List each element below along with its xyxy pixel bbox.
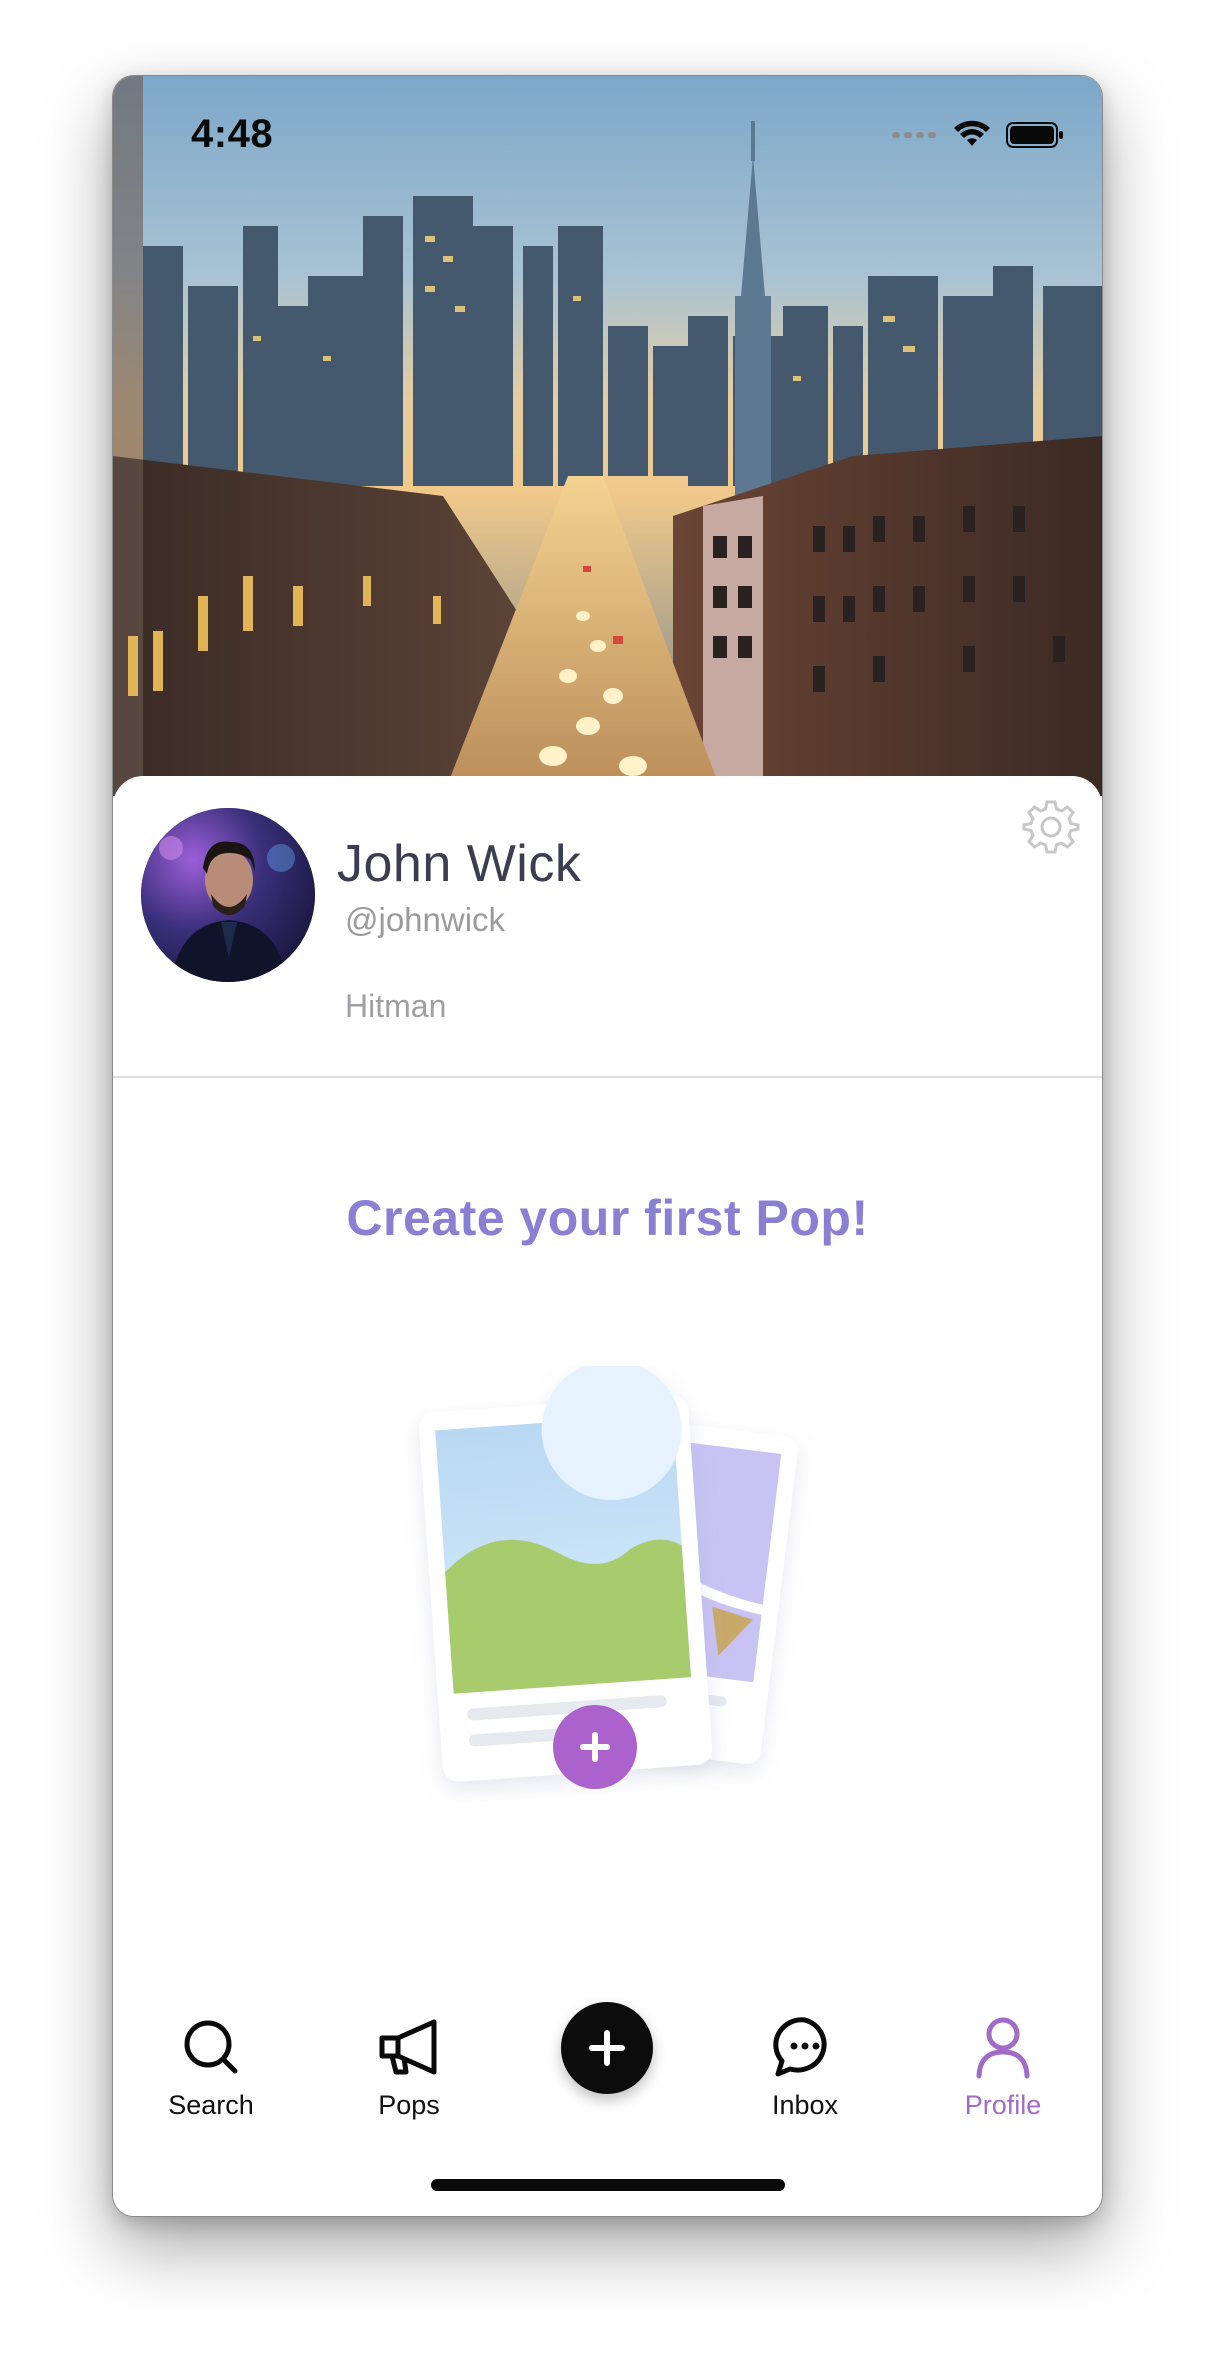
- avatar[interactable]: [141, 808, 315, 982]
- battery-icon: [1006, 122, 1063, 148]
- tab-pops[interactable]: Pops: [329, 2006, 489, 2136]
- signal-dots-icon: [892, 132, 936, 138]
- bottom-tab-bar: Search Pops Inbox Profile: [113, 2002, 1102, 2146]
- status-bar: 4:48: [113, 76, 1102, 186]
- create-pop-button[interactable]: [561, 2002, 653, 2094]
- tab-search-label: Search: [168, 2090, 254, 2120]
- create-pop-illustration[interactable]: [373, 1360, 873, 1816]
- tab-profile-label: Profile: [964, 2090, 1042, 2120]
- empty-state-title: Create your first Pop!: [346, 1190, 869, 1246]
- tab-profile[interactable]: Profile: [923, 2006, 1083, 2136]
- profile-name: John Wick: [337, 835, 582, 893]
- tab-pops-label: Pops: [378, 2090, 440, 2120]
- header-divider: [113, 1076, 1102, 1078]
- person-icon: [976, 2017, 1030, 2079]
- phone-frame: 4:48 John Wick @johnwick Hitman Create y…: [112, 75, 1103, 2217]
- chat-bubble-icon: [773, 2017, 827, 2077]
- cards-with-plus-illustration: [419, 1360, 798, 1789]
- profile-handle: @johnwick: [345, 901, 506, 938]
- tab-inbox[interactable]: Inbox: [725, 2006, 885, 2136]
- wifi-icon: [954, 120, 990, 146]
- screenshot-stage: 4:48 John Wick @johnwick Hitman Create y…: [0, 0, 1212, 2362]
- plus-icon: [589, 2030, 625, 2066]
- tab-inbox-label: Inbox: [771, 2090, 839, 2120]
- profile-bio: Hitman: [345, 988, 447, 1024]
- avatar-photo-image: [141, 808, 315, 982]
- settings-button[interactable]: [1022, 798, 1080, 856]
- megaphone-icon: [379, 2019, 437, 2075]
- gear-icon: [1022, 800, 1080, 854]
- home-indicator: [431, 2179, 785, 2191]
- status-icons: [892, 120, 1064, 150]
- search-icon: [184, 2020, 238, 2074]
- profile-card: John Wick @johnwick Hitman Create your f…: [113, 776, 1102, 2216]
- tab-search[interactable]: Search: [131, 2006, 291, 2136]
- status-time: 4:48: [191, 112, 274, 156]
